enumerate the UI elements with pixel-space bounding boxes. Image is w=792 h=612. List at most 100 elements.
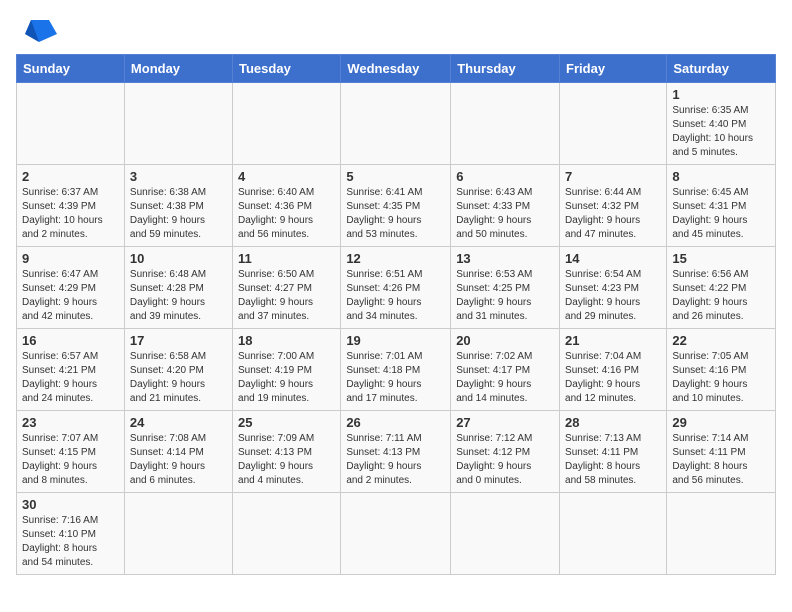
day-header-monday: Monday [124,55,232,83]
calendar-cell [451,83,560,165]
day-number: 6 [456,169,554,184]
day-number: 27 [456,415,554,430]
day-info: Sunrise: 7:05 AM Sunset: 4:16 PM Dayligh… [672,350,770,406]
day-number: 23 [22,415,119,430]
calendar-cell: 28 Sunrise: 7:13 AM Sunset: 4:11 PM Dayli… [560,411,667,493]
calendar-cell [124,493,232,575]
calendar-cell: 24Sunrise: 7:08 AM Sunset: 4:14 PM Dayli… [124,411,232,493]
calendar-cell: 5 Sunrise: 6:41 AM Sunset: 4:35 PM Daylig… [341,165,451,247]
day-number: 17 [130,333,227,348]
calendar-cell: 7 Sunrise: 6:44 AM Sunset: 4:32 PM Daylig… [560,165,667,247]
calendar-cell: 8Sunrise: 6:45 AM Sunset: 4:31 PM Daylig… [667,165,776,247]
day-number: 18 [238,333,335,348]
calendar-cell: 17 Sunrise: 6:58 AM Sunset: 4:20 PM Dayli… [124,329,232,411]
day-info: Sunrise: 7:02 AM Sunset: 4:17 PM Dayligh… [456,350,554,406]
day-number: 30 [22,497,119,512]
day-number: 22 [672,333,770,348]
day-number: 3 [130,169,227,184]
calendar-cell: 16 Sunrise: 6:57 AM Sunset: 4:21 PM Dayli… [17,329,125,411]
day-number: 28 [565,415,661,430]
day-header-friday: Friday [560,55,667,83]
calendar-cell [451,493,560,575]
calendar-cell [233,493,341,575]
calendar-cell: 21 Sunrise: 7:04 AM Sunset: 4:16 PM Dayli… [560,329,667,411]
days-header-row: SundayMondayTuesdayWednesdayThursdayFrid… [17,55,776,83]
day-number: 9 [22,251,119,266]
day-info: Sunrise: 7:12 AM Sunset: 4:12 PM Dayligh… [456,432,554,488]
day-info: Sunrise: 6:57 AM Sunset: 4:21 PM Dayligh… [22,350,119,406]
calendar-cell: 13 Sunrise: 6:53 AM Sunset: 4:25 PM Dayli… [451,247,560,329]
calendar-cell: 4Sunrise: 6:40 AM Sunset: 4:36 PM Daylig… [233,165,341,247]
calendar-cell: 15Sunrise: 6:56 AM Sunset: 4:22 PM Dayli… [667,247,776,329]
week-row-3: 16 Sunrise: 6:57 AM Sunset: 4:21 PM Dayli… [17,329,776,411]
week-row-4: 23 Sunrise: 7:07 AM Sunset: 4:15 PM Dayli… [17,411,776,493]
calendar-cell: 30 Sunrise: 7:16 AM Sunset: 4:10 PM Dayli… [17,493,125,575]
day-number: 7 [565,169,661,184]
day-number: 16 [22,333,119,348]
day-info: Sunrise: 7:13 AM Sunset: 4:11 PM Dayligh… [565,432,661,488]
day-number: 25 [238,415,335,430]
calendar-cell: 3 Sunrise: 6:38 AM Sunset: 4:38 PM Daylig… [124,165,232,247]
day-info: Sunrise: 6:45 AM Sunset: 4:31 PM Dayligh… [672,186,770,242]
day-number: 13 [456,251,554,266]
day-number: 26 [346,415,445,430]
day-info: Sunrise: 6:41 AM Sunset: 4:35 PM Dayligh… [346,186,445,242]
day-header-thursday: Thursday [451,55,560,83]
day-info: Sunrise: 6:47 AM Sunset: 4:29 PM Dayligh… [22,268,119,324]
day-number: 21 [565,333,661,348]
day-info: Sunrise: 6:53 AM Sunset: 4:25 PM Dayligh… [456,268,554,324]
calendar-cell: 20Sunrise: 7:02 AM Sunset: 4:17 PM Dayli… [451,329,560,411]
day-number: 19 [346,333,445,348]
calendar-cell [667,493,776,575]
logo-icon [21,18,59,44]
day-number: 5 [346,169,445,184]
day-info: Sunrise: 6:38 AM Sunset: 4:38 PM Dayligh… [130,186,227,242]
calendar-cell: 19 Sunrise: 7:01 AM Sunset: 4:18 PM Dayli… [341,329,451,411]
calendar-cell: 25 Sunrise: 7:09 AM Sunset: 4:13 PM Dayli… [233,411,341,493]
day-number: 10 [130,251,227,266]
day-info: Sunrise: 7:07 AM Sunset: 4:15 PM Dayligh… [22,432,119,488]
day-info: Sunrise: 7:04 AM Sunset: 4:16 PM Dayligh… [565,350,661,406]
day-number: 11 [238,251,335,266]
calendar-cell [341,493,451,575]
calendar-cell: 23 Sunrise: 7:07 AM Sunset: 4:15 PM Dayli… [17,411,125,493]
day-info: Sunrise: 7:09 AM Sunset: 4:13 PM Dayligh… [238,432,335,488]
calendar-cell: 1Sunrise: 6:35 AM Sunset: 4:40 PM Daylig… [667,83,776,165]
calendar-cell: 18 Sunrise: 7:00 AM Sunset: 4:19 PM Dayli… [233,329,341,411]
logo [16,16,59,44]
day-header-tuesday: Tuesday [233,55,341,83]
day-number: 14 [565,251,661,266]
day-info: Sunrise: 6:58 AM Sunset: 4:20 PM Dayligh… [130,350,227,406]
day-info: Sunrise: 7:01 AM Sunset: 4:18 PM Dayligh… [346,350,445,406]
calendar-cell: 22 Sunrise: 7:05 AM Sunset: 4:16 PM Dayli… [667,329,776,411]
calendar-cell [341,83,451,165]
day-info: Sunrise: 6:44 AM Sunset: 4:32 PM Dayligh… [565,186,661,242]
day-number: 2 [22,169,119,184]
day-info: Sunrise: 6:54 AM Sunset: 4:23 PM Dayligh… [565,268,661,324]
day-info: Sunrise: 7:00 AM Sunset: 4:19 PM Dayligh… [238,350,335,406]
day-number: 12 [346,251,445,266]
day-info: Sunrise: 6:37 AM Sunset: 4:39 PM Dayligh… [22,186,119,242]
calendar-cell: 12Sunrise: 6:51 AM Sunset: 4:26 PM Dayli… [341,247,451,329]
week-row-0: 1Sunrise: 6:35 AM Sunset: 4:40 PM Daylig… [17,83,776,165]
day-info: Sunrise: 6:43 AM Sunset: 4:33 PM Dayligh… [456,186,554,242]
week-row-1: 2 Sunrise: 6:37 AM Sunset: 4:39 PM Daylig… [17,165,776,247]
day-number: 1 [672,87,770,102]
day-info: Sunrise: 6:48 AM Sunset: 4:28 PM Dayligh… [130,268,227,324]
week-row-2: 9 Sunrise: 6:47 AM Sunset: 4:29 PM Daylig… [17,247,776,329]
day-number: 29 [672,415,770,430]
week-row-5: 30 Sunrise: 7:16 AM Sunset: 4:10 PM Dayli… [17,493,776,575]
calendar-cell [233,83,341,165]
calendar-cell: 6 Sunrise: 6:43 AM Sunset: 4:33 PM Daylig… [451,165,560,247]
calendar-cell: 14 Sunrise: 6:54 AM Sunset: 4:23 PM Dayli… [560,247,667,329]
calendar-cell: 26Sunrise: 7:11 AM Sunset: 4:13 PM Dayli… [341,411,451,493]
day-info: Sunrise: 6:56 AM Sunset: 4:22 PM Dayligh… [672,268,770,324]
day-info: Sunrise: 6:50 AM Sunset: 4:27 PM Dayligh… [238,268,335,324]
calendar-table: SundayMondayTuesdayWednesdayThursdayFrid… [16,54,776,575]
calendar-cell: 27 Sunrise: 7:12 AM Sunset: 4:12 PM Dayli… [451,411,560,493]
header [16,16,776,44]
calendar-cell: 9 Sunrise: 6:47 AM Sunset: 4:29 PM Daylig… [17,247,125,329]
day-number: 4 [238,169,335,184]
day-info: Sunrise: 7:16 AM Sunset: 4:10 PM Dayligh… [22,514,119,570]
calendar-cell [560,493,667,575]
